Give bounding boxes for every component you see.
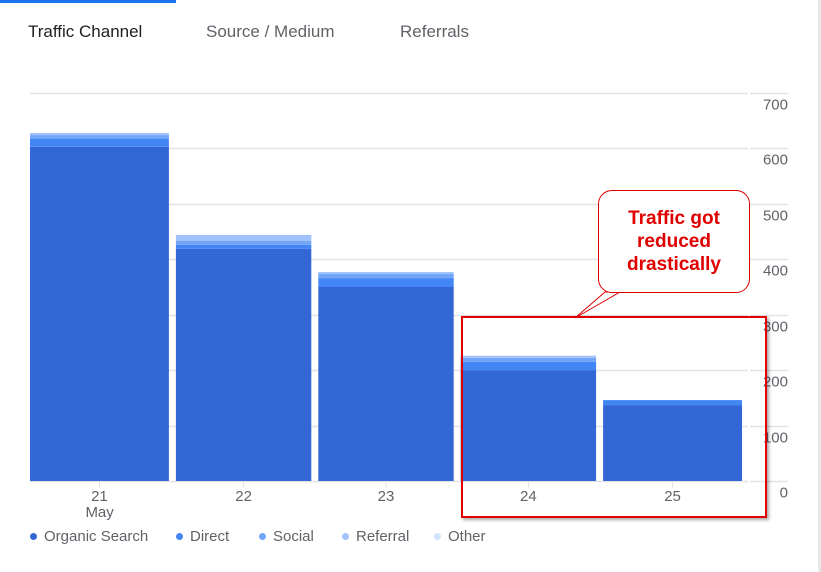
- bar-segment-social: [30, 135, 169, 139]
- legend-item-other[interactable]: Other: [434, 528, 486, 545]
- bar-segment-social: [318, 273, 454, 279]
- bar-segment-referral: [30, 132, 169, 136]
- legend-label: Social: [273, 528, 314, 545]
- y-tick-label: 500: [763, 208, 788, 225]
- legend-item-referral[interactable]: Referral: [342, 528, 409, 545]
- y-tick-label: 0: [780, 485, 788, 502]
- legend-label: Other: [448, 528, 486, 545]
- legend-label: Referral: [356, 528, 410, 545]
- bar-segment-direct: [175, 244, 312, 249]
- y-tick-label: 600: [763, 152, 788, 169]
- bar-segment-referral: [175, 234, 312, 241]
- legend-dot-other: [434, 533, 441, 540]
- highlight-box: [461, 316, 767, 518]
- bar-segment-organic-search: [30, 146, 169, 482]
- y-tick-label: 400: [763, 263, 788, 280]
- legend-item-direct[interactable]: Direct: [176, 528, 229, 545]
- legend-label: Direct: [190, 528, 230, 545]
- bar-segment-direct: [318, 278, 454, 287]
- bar-segment-referral: [318, 272, 454, 274]
- callout-text: Traffic got reduced drastically: [627, 208, 721, 275]
- bar-segment-organic-search: [175, 248, 312, 481]
- legend-item-organic-search[interactable]: Organic Search: [30, 528, 148, 545]
- x-tick-label: 21: [91, 488, 108, 505]
- bar-segment-organic-search: [318, 287, 454, 481]
- annotation-callout: Traffic got reduced drastically: [598, 190, 750, 293]
- y-tick-label: 700: [763, 97, 788, 114]
- legend-dot-social: [259, 533, 266, 540]
- legend-item-social[interactable]: Social: [259, 528, 314, 545]
- legend-dot-direct: [176, 533, 183, 540]
- x-tick-label: 23: [378, 488, 395, 505]
- bar-segment-social: [175, 241, 312, 245]
- legend-dot-referral: [342, 533, 349, 540]
- x-tick-label: 22: [235, 488, 252, 505]
- legend-label: Organic Search: [44, 528, 149, 545]
- x-tick-sublabel: May: [85, 504, 114, 521]
- bar-segment-direct: [30, 139, 169, 147]
- legend-dot-organic-search: [30, 533, 37, 540]
